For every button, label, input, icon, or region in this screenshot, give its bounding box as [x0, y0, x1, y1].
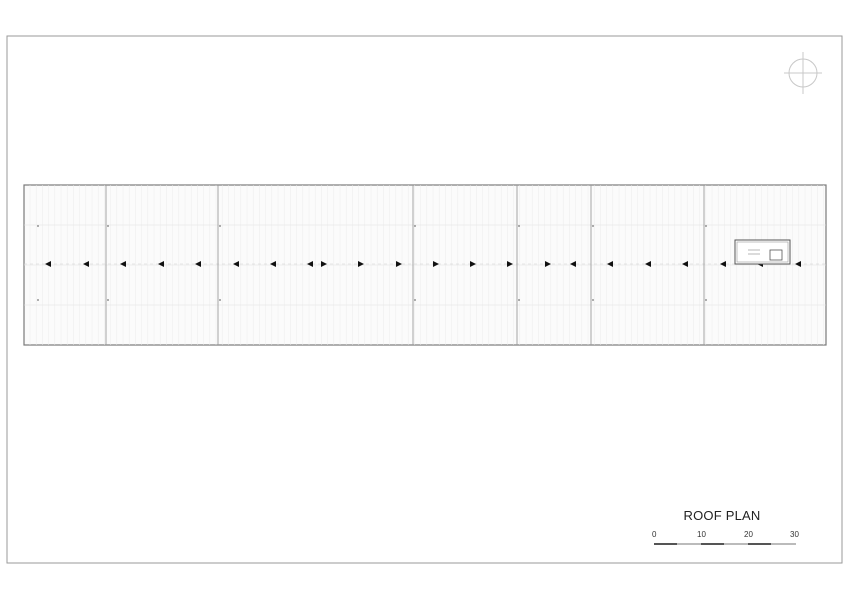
scale-label-10: 10: [697, 530, 706, 539]
scale-label-20: 20: [744, 530, 753, 539]
drawing-title: ROOF PLAN: [683, 508, 761, 523]
roof-access-structure: [734, 239, 791, 265]
scale-label-0: 0: [652, 530, 657, 539]
scale-label-30: 30: [790, 530, 799, 539]
roof-plan: [23, 184, 827, 346]
